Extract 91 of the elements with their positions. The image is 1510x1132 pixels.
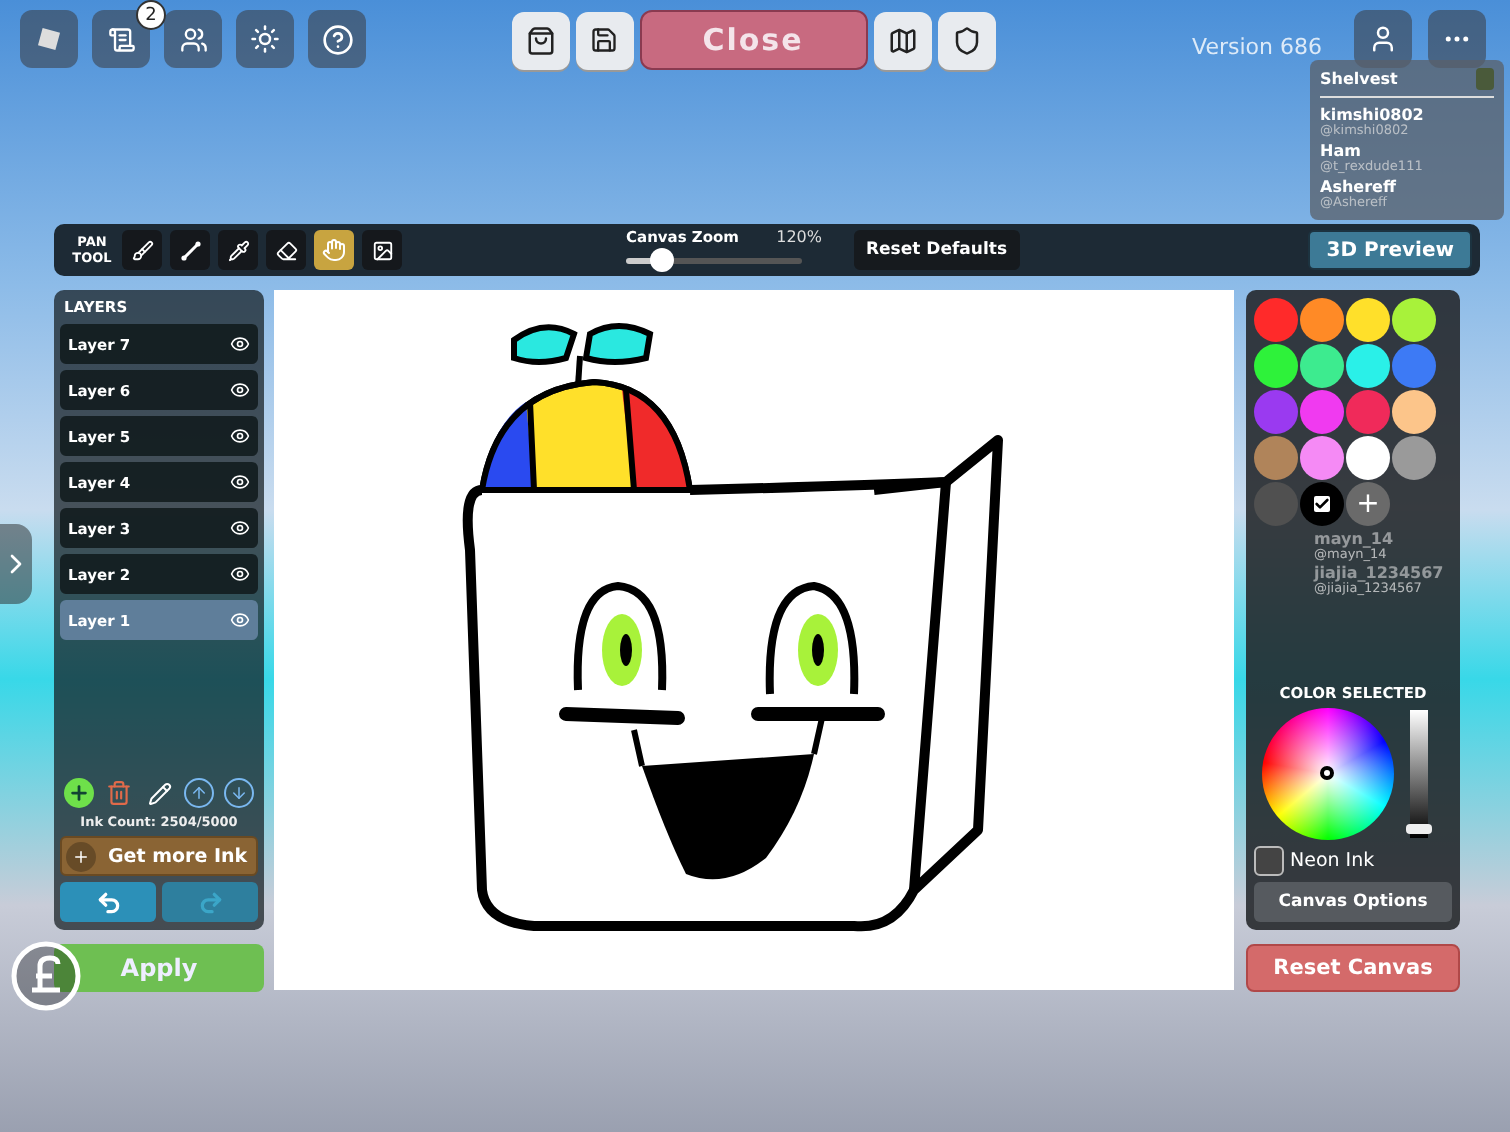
help-icon: [321, 23, 353, 55]
check-icon: [1314, 496, 1330, 512]
color-swatch[interactable]: [1254, 390, 1298, 434]
map-icon: [887, 25, 917, 55]
bag-icon: [525, 25, 555, 55]
expand-tab[interactable]: [0, 524, 32, 604]
tool-button[interactable]: [170, 230, 210, 270]
move-up-button[interactable]: [184, 778, 214, 808]
neon-ink-label: Neon Ink: [1290, 850, 1375, 872]
player-name: Ham: [1320, 142, 1363, 160]
color-swatch[interactable]: [1254, 482, 1298, 526]
save-button[interactable]: [575, 11, 633, 69]
drawing-canvas[interactable]: [274, 290, 1234, 990]
slider-thumb[interactable]: [649, 248, 674, 272]
pencil-icon: [147, 781, 171, 805]
wheel-cursor[interactable]: [1320, 766, 1334, 780]
plus-icon: [68, 782, 90, 804]
tool-button[interactable]: [122, 230, 162, 270]
color-swatch[interactable]: [1300, 436, 1344, 480]
eyedropper-icon: [227, 239, 249, 261]
arrow-down-icon: [230, 784, 248, 802]
roblox-menu-button[interactable]: [20, 10, 78, 68]
line-icon: [179, 239, 201, 261]
shop-button[interactable]: [511, 11, 569, 69]
move-down-button[interactable]: [224, 778, 254, 808]
map-button[interactable]: [873, 11, 931, 69]
color-swatch[interactable]: [1300, 482, 1344, 526]
eye-icon[interactable]: [230, 426, 250, 446]
add-color-button[interactable]: +: [1346, 482, 1390, 526]
arrow-up-icon: [190, 784, 208, 802]
rename-layer-button[interactable]: [144, 778, 174, 808]
brightness-button[interactable]: [236, 10, 294, 68]
eye-icon[interactable]: [230, 564, 250, 584]
zoom-reading: 120%: [776, 228, 822, 246]
color-swatch[interactable]: [1392, 436, 1436, 480]
eye-icon[interactable]: [230, 334, 250, 354]
trash-icon: [106, 780, 132, 806]
eye-icon[interactable]: [230, 518, 250, 538]
preview-button[interactable]: 3D Preview: [1308, 230, 1472, 270]
people-icon: [179, 25, 207, 53]
tool-button[interactable]: [218, 230, 258, 270]
add-layer-button[interactable]: [64, 778, 94, 808]
brush-icon: [131, 239, 153, 261]
plus-icon: [72, 847, 90, 865]
canvas-options-button[interactable]: Canvas Options: [1254, 882, 1452, 922]
image-icon: [371, 239, 393, 261]
brightness-thumb[interactable]: [1406, 824, 1432, 835]
player-name: Ashereff: [1320, 178, 1398, 196]
color-swatch[interactable]: [1392, 344, 1436, 388]
color-swatch[interactable]: [1254, 298, 1298, 342]
eraser-icon: [275, 239, 297, 261]
sun-icon: [250, 24, 280, 54]
tool-button[interactable]: [362, 230, 402, 270]
version-text: Version 686: [1192, 34, 1322, 60]
chat-icon: [107, 25, 135, 53]
redo-icon: [197, 889, 223, 915]
color-swatch[interactable]: [1392, 390, 1436, 434]
color-swatch[interactable]: [1254, 344, 1298, 388]
save-icon: [590, 26, 618, 54]
neon-ink-checkbox[interactable]: [1254, 846, 1284, 876]
color-swatch[interactable]: [1346, 390, 1390, 434]
chat-button[interactable]: [92, 10, 150, 68]
player-name: kimshi0802: [1320, 106, 1426, 124]
shield-icon: [951, 25, 981, 55]
reset-defaults-button[interactable]: Reset Defaults: [854, 230, 1019, 270]
friends-button[interactable]: [164, 10, 222, 68]
brightness-slider[interactable]: [1410, 710, 1428, 838]
color-swatch[interactable]: [1300, 298, 1344, 342]
get-ink-button[interactable]: Get more Ink: [60, 836, 258, 876]
color-swatch[interactable]: [1254, 436, 1298, 480]
avatar-icon: [1476, 68, 1494, 90]
person-icon: [1368, 24, 1398, 54]
eye-icon[interactable]: [230, 380, 250, 400]
player-name: mayn_14: [1314, 530, 1396, 548]
player-name: jiajia_1234567: [1314, 564, 1444, 582]
undo-icon: [95, 889, 121, 915]
eye-icon[interactable]: [230, 472, 250, 492]
color-swatch[interactable]: [1346, 436, 1390, 480]
tool-button[interactable]: [266, 230, 306, 270]
delete-layer-button[interactable]: [104, 778, 134, 808]
hand-icon: [322, 238, 346, 262]
help-button[interactable]: [308, 10, 366, 68]
undo-button[interactable]: [60, 882, 156, 922]
color-swatch[interactable]: [1300, 390, 1344, 434]
color-swatch[interactable]: [1346, 298, 1390, 342]
notification-badge: 2: [136, 0, 166, 30]
color-swatch[interactable]: [1300, 344, 1344, 388]
player-name: Shelvest: [1320, 70, 1398, 88]
color-swatch[interactable]: [1346, 344, 1390, 388]
shield-button[interactable]: [937, 11, 995, 69]
color-swatch[interactable]: [1392, 298, 1436, 342]
